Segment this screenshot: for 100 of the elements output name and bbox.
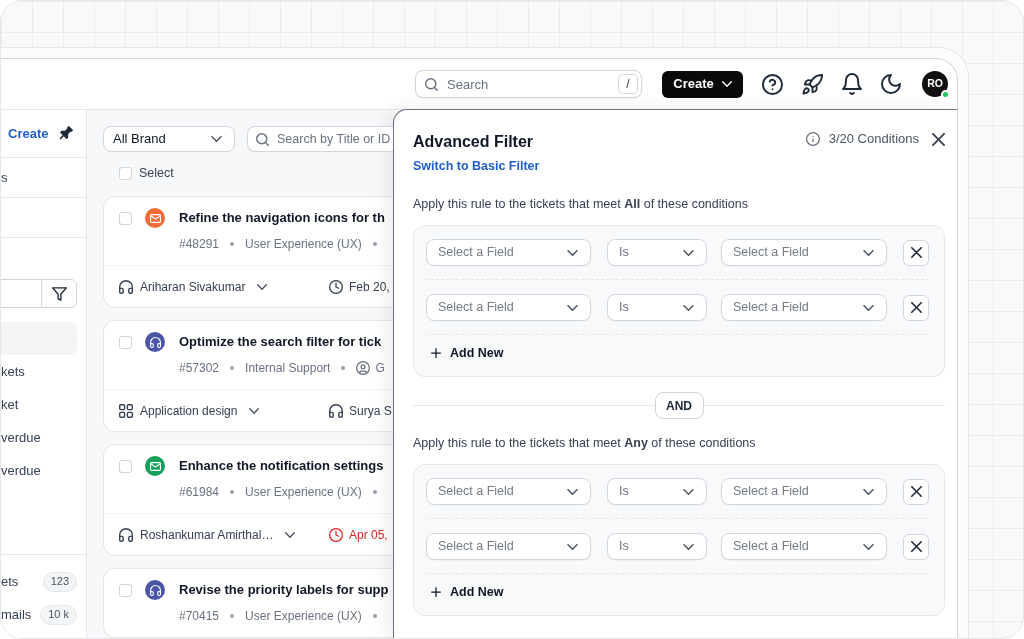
remove-condition-button[interactable]: [903, 239, 929, 266]
checkbox[interactable]: [119, 583, 132, 597]
chevron-down-icon: [567, 488, 578, 495]
create-button[interactable]: Create: [662, 70, 743, 98]
value-select[interactable]: Select a Field: [721, 239, 887, 266]
team-name: User Experience (UX): [245, 236, 362, 253]
ticket-id: #57302: [179, 360, 220, 377]
chevron-down-icon: [863, 488, 874, 495]
switch-filter-link[interactable]: Switch to Basic Filter: [413, 158, 540, 174]
chevron-down-icon: [863, 249, 874, 256]
plus-icon: [431, 587, 441, 597]
nav-item[interactable]: verdue: [1, 454, 77, 487]
chevron-down-icon: [683, 304, 694, 311]
chevron-down-icon: [863, 543, 874, 550]
value-select[interactable]: Select a Field: [721, 478, 887, 505]
plus-icon: [431, 348, 441, 358]
avatar[interactable]: RO: [922, 71, 948, 97]
field-select[interactable]: Select a Field: [426, 533, 591, 560]
search-icon: [256, 133, 269, 146]
nav-item[interactable]: mails 10 k: [1, 598, 77, 631]
chevron-down-icon: [683, 249, 694, 256]
checkbox[interactable]: [119, 335, 132, 349]
create-link[interactable]: Create: [8, 123, 49, 144]
user-icon: [356, 361, 371, 375]
headset-icon: [329, 403, 343, 418]
ticket-id: #61984: [179, 484, 220, 501]
search-field[interactable]: Search by Title or ID: [247, 126, 393, 152]
panel-title: Advanced Filter: [413, 132, 535, 152]
chevron-down-icon: [567, 249, 578, 256]
moon-icon[interactable]: [881, 74, 901, 94]
ticket-title[interactable]: Refine the navigation icons for th: [179, 208, 385, 228]
pin-icon[interactable]: [58, 126, 73, 141]
ticket-title[interactable]: Revise the priority labels for supp: [179, 580, 389, 600]
ticket-id: #70415: [179, 608, 220, 625]
nav-item[interactable]: ets 123: [1, 565, 77, 598]
rule-description: Apply this rule to the tickets that meet All of these conditions: [413, 196, 748, 212]
rule-description: Apply this rule to the tickets that meet Any of these conditions: [413, 435, 756, 451]
info-icon: [805, 132, 820, 146]
search-field[interactable]: [1, 279, 41, 308]
bell-icon[interactable]: [842, 73, 862, 95]
close-icon: [910, 486, 922, 497]
operator-select[interactable]: Is: [607, 478, 707, 505]
search-icon: [425, 78, 438, 91]
add-condition-button[interactable]: Add New: [431, 343, 504, 363]
category-dropdown[interactable]: Application design: [119, 401, 260, 420]
agent-dropdown[interactable]: Roshankumar Amirthal…: [119, 525, 296, 544]
checkbox[interactable]: [119, 459, 132, 473]
sidebar-item[interactable]: s: [1, 167, 8, 188]
chevron-down-icon: [683, 488, 694, 495]
checkbox[interactable]: [119, 166, 132, 180]
checkbox[interactable]: [119, 211, 132, 225]
headset-icon: [119, 279, 133, 294]
operator-select[interactable]: Is: [607, 533, 707, 560]
shortcut-key: /: [618, 74, 638, 94]
filter-icon: [51, 286, 67, 301]
team-name: Internal Support: [245, 360, 331, 377]
count-badge: 123: [42, 571, 77, 592]
chevron-down-icon: [211, 136, 222, 142]
rocket-icon[interactable]: [802, 73, 823, 95]
nav-item[interactable]: kets: [1, 355, 77, 388]
conditions-count: 3/20 Conditions: [828, 130, 919, 149]
chevron-down-icon: [721, 81, 732, 87]
ticket-title[interactable]: Enhance the notification settings: [179, 456, 384, 476]
field-select[interactable]: Select a Field: [426, 478, 591, 505]
connector-toggle[interactable]: AND: [654, 392, 704, 419]
team-name: User Experience (UX): [245, 484, 362, 501]
due-date: Feb 20,: [349, 278, 390, 296]
field-select[interactable]: Select a Field: [426, 294, 591, 321]
chevron-down-icon: [567, 304, 578, 311]
grid-icon: [119, 403, 133, 418]
field-select[interactable]: Select a Field: [426, 239, 591, 266]
agent-dropdown[interactable]: Ariharan Sivakumar: [119, 277, 268, 296]
close-icon: [910, 302, 922, 313]
nav-item[interactable]: verdue: [1, 421, 77, 454]
ticket-id: #48291: [179, 236, 220, 253]
close-icon: [910, 541, 922, 552]
count-badge: 10 k: [40, 604, 77, 625]
close-icon: [910, 247, 922, 258]
select-label: Select: [139, 164, 174, 182]
clock-icon: [329, 527, 343, 542]
value-select[interactable]: Select a Field: [721, 294, 887, 321]
operator-select[interactable]: Is: [607, 239, 707, 266]
nav-item[interactable]: ket: [1, 388, 77, 421]
help-icon[interactable]: [762, 73, 783, 95]
ticket-title[interactable]: Optimize the search filter for tick: [179, 332, 382, 352]
clock-icon: [329, 279, 343, 294]
remove-condition-button[interactable]: [903, 294, 929, 321]
chevron-down-icon: [683, 543, 694, 550]
remove-condition-button[interactable]: [903, 533, 929, 560]
due-date: Apr 05,: [349, 526, 388, 544]
chevron-down-icon: [567, 543, 578, 550]
assignee-name: G: [375, 360, 385, 377]
team-name: User Experience (UX): [245, 608, 362, 625]
brand-dropdown[interactable]: All Brand: [103, 126, 235, 152]
operator-select[interactable]: Is: [607, 294, 707, 321]
close-icon[interactable]: [932, 132, 945, 146]
remove-condition-button[interactable]: [903, 478, 929, 505]
value-select[interactable]: Select a Field: [721, 533, 887, 560]
add-condition-button[interactable]: Add New: [431, 582, 504, 602]
filter-button[interactable]: [41, 279, 77, 308]
